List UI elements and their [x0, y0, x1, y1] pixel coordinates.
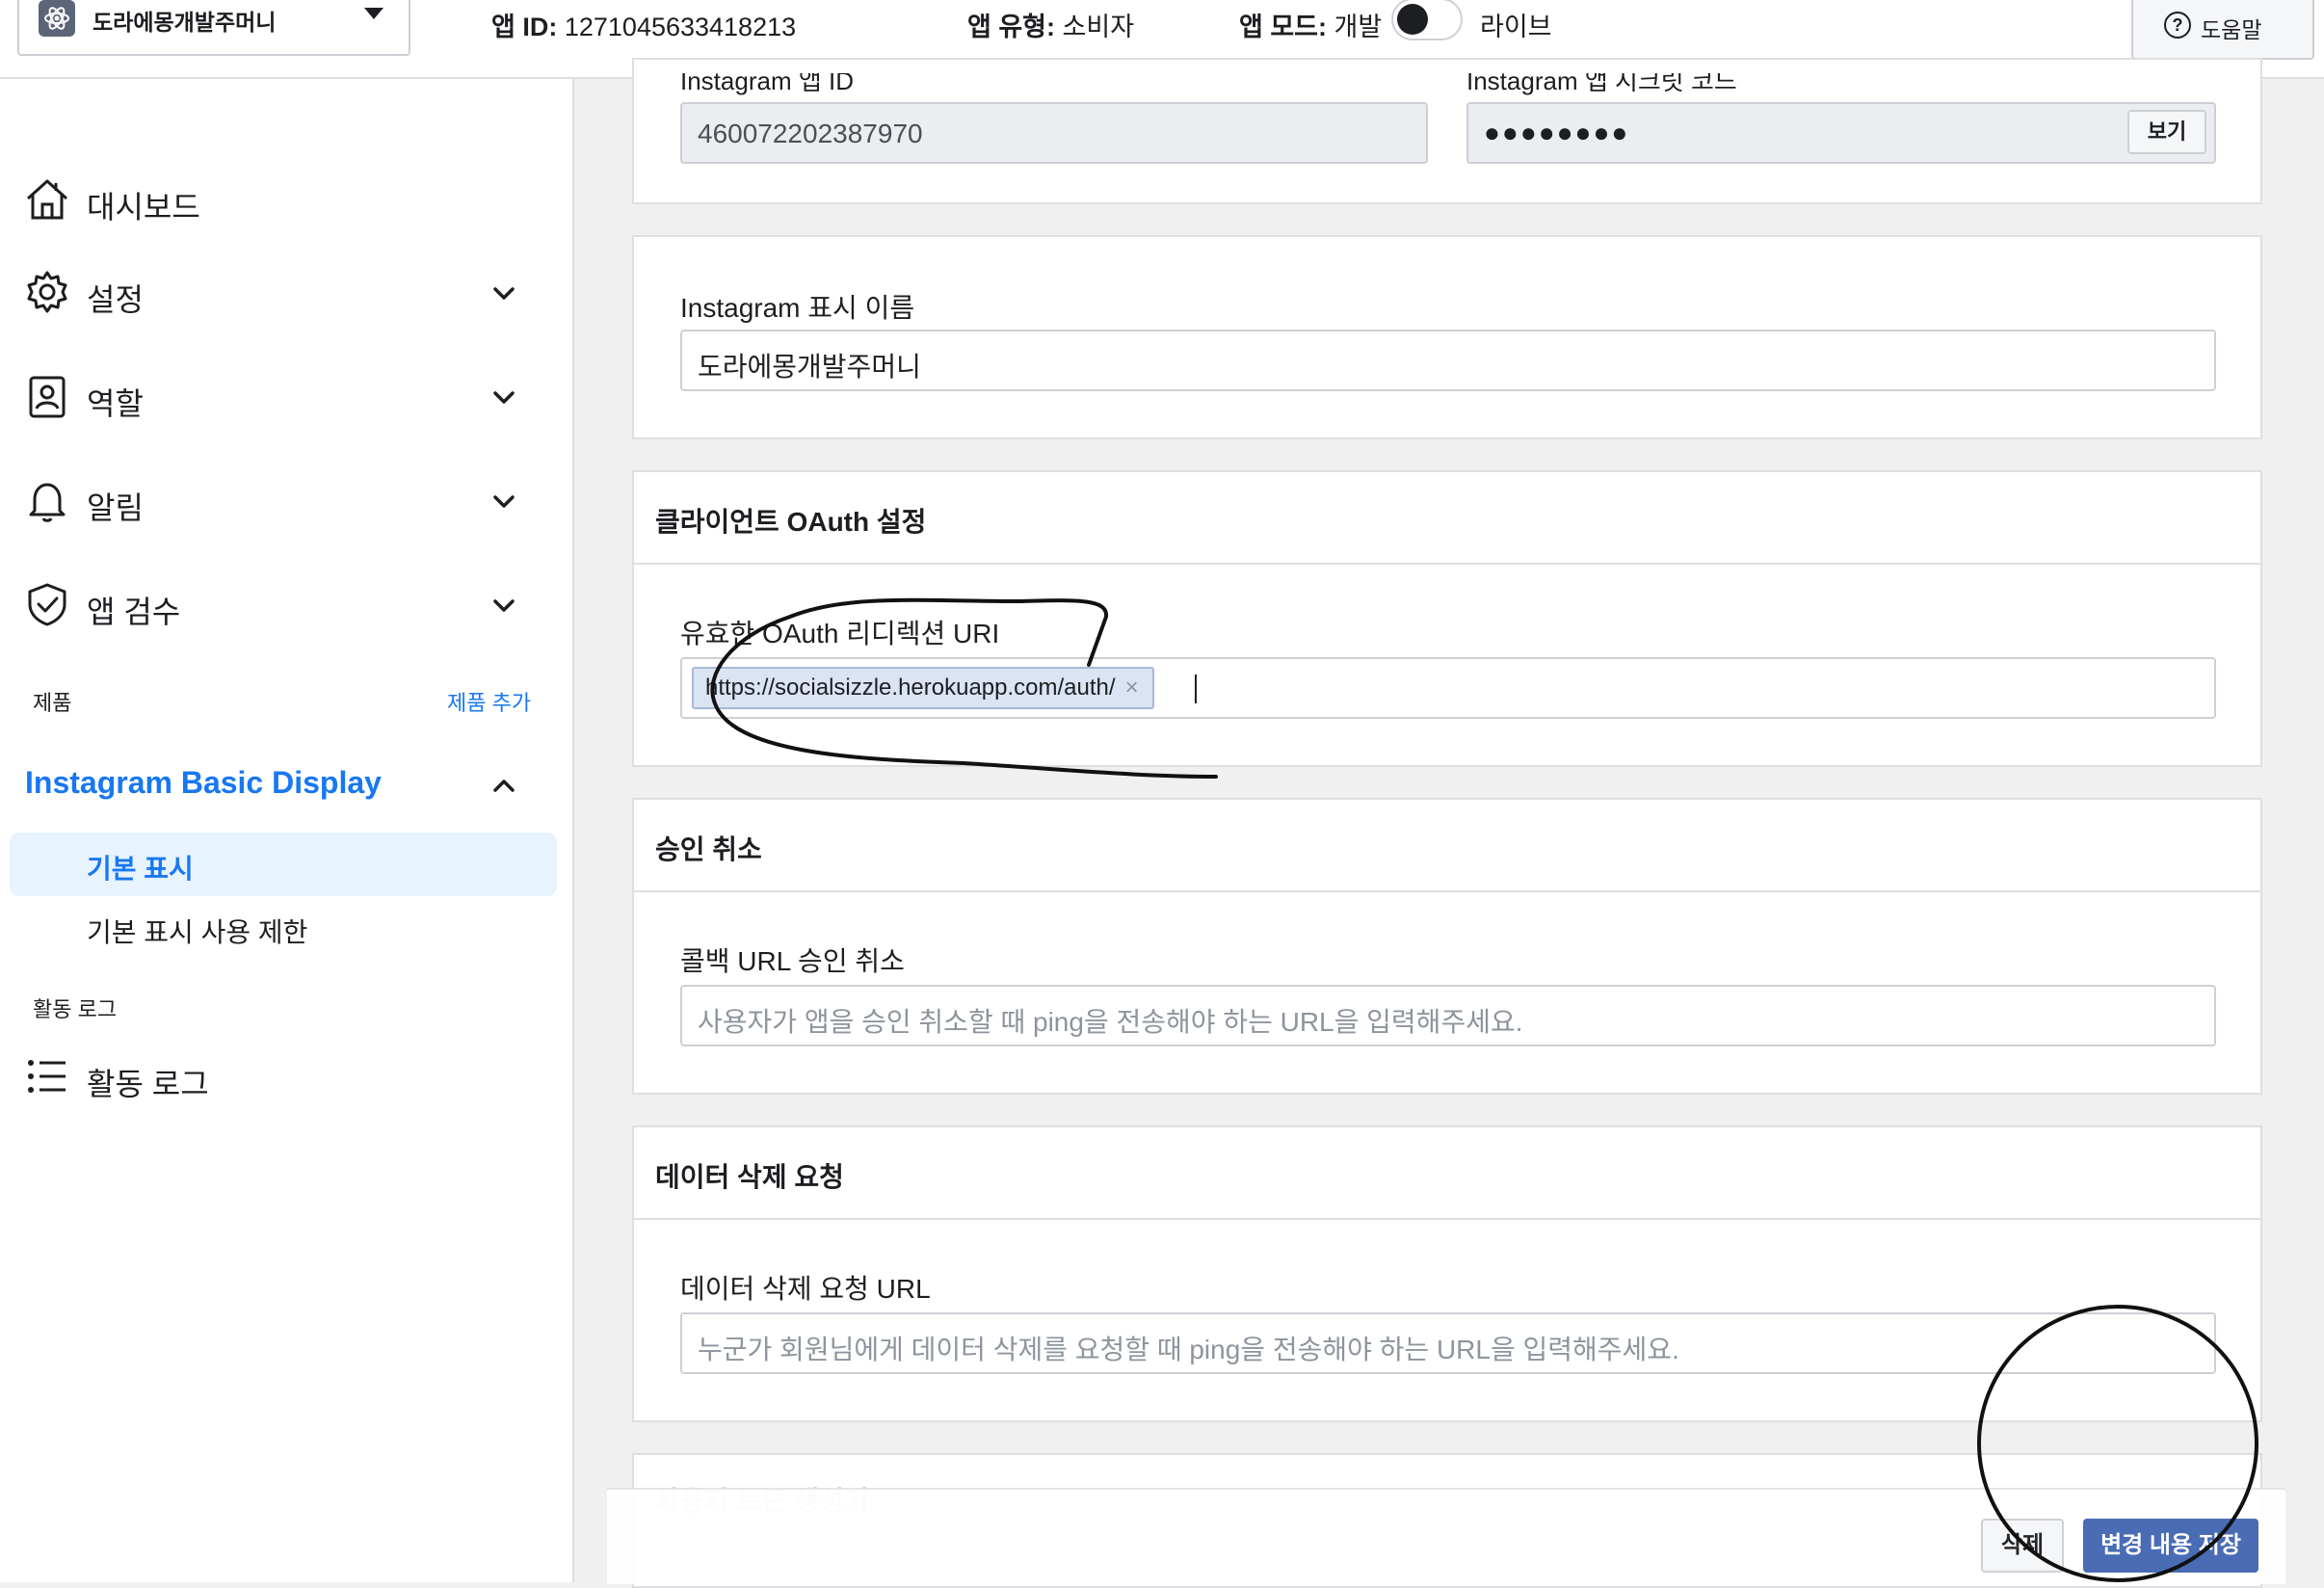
sidebar-item-label: 역할 [87, 386, 144, 421]
footer-action-bar: 삭제 변경 내용 저장 [607, 1488, 2285, 1584]
card-divider [634, 890, 2260, 892]
sidebar-item-activity-log[interactable]: 활동 로그 [0, 1043, 572, 1110]
data-deletion-url-label: 데이터 삭제 요청 URL [680, 1274, 931, 1304]
app-credentials-card: Instagram 앱 ID 460072202387970 Instagram… [632, 58, 2262, 204]
secret-mask: ●●●●●●●● [1484, 118, 1630, 147]
sidebar-item-notifications[interactable]: 알림 [0, 466, 572, 534]
instagram-app-id-field[interactable]: 460072202387970 [680, 102, 1428, 164]
app-type-label: 앱 유형: [967, 13, 1056, 41]
sidebar-item-app-review[interactable]: 앱 검수 [0, 570, 572, 638]
deauthorize-callback-input[interactable]: 사용자가 앱을 승인 취소할 때 ping을 전송해야 하는 URL을 입력해주… [680, 985, 2216, 1046]
instagram-app-id-label: Instagram 앱 ID [680, 66, 854, 95]
chevron-down-icon [493, 599, 515, 612]
sidebar-subitem-basic-display[interactable]: 기본 표시 [10, 833, 557, 896]
caret-down-icon [364, 8, 383, 19]
app-type-value: 소비자 [1062, 13, 1135, 41]
app-mode-toggle[interactable] [1391, 0, 1463, 40]
chevron-down-icon [493, 287, 515, 300]
instagram-app-secret-field[interactable]: ●●●●●●●● 보기 [1466, 102, 2216, 164]
redirect-uri-tag-text: https://socialsizzle.herokuapp.com/auth/ [705, 675, 1116, 701]
app-id: 앱 ID: 1271045633418213 [491, 6, 796, 43]
instagram-app-id-value: 460072202387970 [698, 119, 923, 148]
atom-icon [39, 0, 75, 37]
app-name: 도라에몽개발주머니 [92, 10, 277, 35]
deauthorize-card: 승인 취소 콜백 URL 승인 취소 사용자가 앱을 승인 취소할 때 ping… [632, 798, 2262, 1095]
app-selector[interactable]: 도라에몽개발주머니 [17, 0, 410, 56]
sidebar-item-roles[interactable]: 역할 [0, 362, 572, 430]
sidebar-item-label: 설정 [87, 282, 144, 317]
card-divider [634, 1218, 2260, 1220]
sidebar-subitem-label: 기본 표시 [87, 854, 194, 884]
app-id-value: 1271045633418213 [564, 13, 797, 41]
sidebar-item-settings[interactable]: 설정 [0, 258, 572, 326]
products-section-label: 제품 [33, 691, 72, 715]
oauth-card-title: 클라이언트 OAuth 설정 [655, 507, 927, 537]
instagram-app-secret-label: Instagram 앱 시크릿 코드 [1466, 66, 1737, 95]
oauth-redirect-label: 유효한 OAuth 리디렉션 URI [680, 619, 1000, 648]
sidebar-item-dashboard[interactable]: 대시보드 [0, 166, 572, 233]
display-name-card: Instagram 표시 이름 도라에몽개발주머니 [632, 235, 2262, 439]
app-mode: 앱 모드: 개발 [1239, 6, 1382, 43]
chevron-down-icon [493, 391, 515, 404]
bell-icon [29, 483, 66, 522]
delete-button[interactable]: 삭제 [1981, 1519, 2064, 1573]
app-mode-value: 개발 [1334, 13, 1383, 41]
toggle-knob [1397, 4, 1428, 35]
display-name-input[interactable]: 도라에몽개발주머니 [680, 330, 2216, 391]
show-secret-button[interactable]: 보기 [2127, 110, 2206, 154]
list-icon [28, 1060, 66, 1093]
deauthorize-callback-label: 콜백 URL 승인 취소 [680, 946, 905, 976]
sidebar-subitem-basic-display-limits[interactable]: 기본 표시 사용 제한 [87, 912, 307, 950]
data-deletion-url-input[interactable]: 누군가 회원님에게 데이터 삭제를 요청할 때 ping을 전송해야 하는 UR… [680, 1312, 2216, 1374]
card-divider [634, 563, 2260, 565]
product-instagram-basic-display[interactable]: Instagram Basic Display [25, 765, 382, 801]
text-cursor [1195, 675, 1197, 703]
home-icon [26, 179, 68, 220]
data-deletion-card-title: 데이터 삭제 요청 [655, 1162, 844, 1192]
app-id-label: 앱 ID: [491, 13, 558, 41]
app-mode-label: 앱 모드: [1239, 13, 1328, 41]
sidebar: 대시보드 설정 역할 알림 앱 검수 제품 제품 추가 Instagram Ba… [0, 79, 574, 1582]
oauth-redirect-uri-input[interactable]: https://socialsizzle.herokuapp.com/auth/… [680, 657, 2216, 719]
data-deletion-card: 데이터 삭제 요청 데이터 삭제 요청 URL 누군가 회원님에게 데이터 삭제… [632, 1125, 2262, 1422]
display-name-value: 도라에몽개발주머니 [698, 352, 921, 382]
deauthorize-card-title: 승인 취소 [655, 834, 762, 864]
help-label: 도움말 [2201, 17, 2262, 42]
question-icon: ? [2164, 12, 2191, 39]
chevron-up-icon[interactable] [489, 771, 518, 800]
remove-tag-icon[interactable]: × [1125, 675, 1139, 701]
help-button[interactable]: ? 도움말 [2131, 0, 2314, 60]
sidebar-item-label: 앱 검수 [87, 595, 181, 629]
display-name-label: Instagram 표시 이름 [680, 293, 915, 323]
app-type: 앱 유형: 소비자 [967, 6, 1134, 43]
gear-icon [27, 271, 67, 313]
sidebar-item-label: 알림 [87, 490, 144, 525]
mode-live-label: 라이브 [1480, 13, 1552, 41]
shield-check-icon [28, 583, 66, 626]
redirect-uri-tag: https://socialsizzle.herokuapp.com/auth/… [692, 667, 1154, 709]
chevron-down-icon [493, 495, 515, 508]
data-deletion-placeholder: 누군가 회원님에게 데이터 삭제를 요청할 때 ping을 전송해야 하는 UR… [698, 1335, 1679, 1364]
add-product-link[interactable]: 제품 추가 [447, 686, 531, 717]
save-changes-button[interactable]: 변경 내용 저장 [2083, 1519, 2258, 1573]
client-oauth-card: 클라이언트 OAuth 설정 유효한 OAuth 리디렉션 URI https:… [632, 470, 2262, 767]
sidebar-item-label: 활동 로그 [87, 1067, 209, 1101]
activity-section-label: 활동 로그 [33, 997, 118, 1021]
sidebar-item-label: 대시보드 [87, 190, 200, 225]
person-badge-icon [29, 376, 66, 418]
deauthorize-placeholder: 사용자가 앱을 승인 취소할 때 ping을 전송해야 하는 URL을 입력해주… [698, 1007, 1523, 1037]
